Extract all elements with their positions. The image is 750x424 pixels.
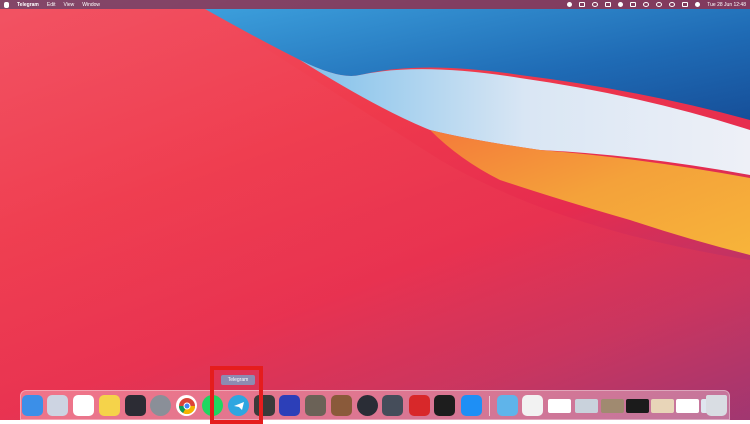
folder-icon[interactable]	[497, 395, 518, 416]
document-icon[interactable]	[522, 395, 543, 416]
notes-icon[interactable]	[99, 395, 120, 416]
app-icon-animal[interactable]	[331, 395, 352, 416]
desktop-wallpaper	[0, 0, 750, 420]
window-thumbnail-icon[interactable]	[548, 399, 571, 413]
menu-edit[interactable]: Edit	[47, 2, 56, 8]
window-thumbnail-icon[interactable]	[601, 399, 624, 413]
menu-view[interactable]: View	[64, 2, 75, 8]
photo-app-icon[interactable]	[382, 395, 403, 416]
menu-clock[interactable]: Tue 28 Jun 12:48	[707, 2, 746, 8]
menu-window[interactable]: Window	[82, 2, 100, 8]
chrome-icon[interactable]	[176, 395, 197, 416]
status-icon[interactable]	[618, 2, 624, 7]
window-thumbnail-icon[interactable]	[626, 399, 649, 413]
status-icon[interactable]	[656, 2, 663, 7]
obs-icon[interactable]	[357, 395, 378, 416]
photos-icon[interactable]	[73, 395, 94, 416]
window-thumbnail-icon[interactable]	[676, 399, 699, 413]
trash-icon[interactable]	[706, 395, 727, 416]
status-icon[interactable]	[605, 2, 612, 7]
gimp-icon[interactable]	[305, 395, 326, 416]
control-center-icon[interactable]	[682, 2, 689, 7]
wallpaper-art	[0, 0, 750, 420]
status-icon[interactable]	[579, 2, 586, 7]
status-icon[interactable]	[592, 2, 599, 7]
final-cut-icon[interactable]	[125, 395, 146, 416]
window-thumbnail-icon[interactable]	[575, 399, 598, 413]
battery-icon[interactable]	[630, 2, 637, 7]
status-app-icon[interactable]	[567, 2, 573, 7]
acrobat-icon[interactable]	[409, 395, 430, 416]
window-thumbnail-icon[interactable]	[651, 399, 674, 413]
apple-menu-icon[interactable]	[4, 1, 9, 8]
headphones-icon[interactable]	[279, 395, 300, 416]
wifi-icon[interactable]	[669, 2, 676, 7]
launchpad-icon[interactable]	[47, 395, 68, 416]
finder-icon[interactable]	[22, 395, 43, 416]
menu-bar: Telegram Edit View Window Tue 28 Jun 12:…	[0, 0, 750, 9]
dock-separator	[489, 396, 490, 416]
terminal-icon[interactable]	[434, 395, 455, 416]
app-store-icon[interactable]	[461, 395, 482, 416]
system-preferences-icon[interactable]	[150, 395, 171, 416]
siri-icon[interactable]	[695, 2, 701, 7]
menu-app-name[interactable]: Telegram	[17, 2, 39, 8]
status-icon[interactable]	[643, 2, 650, 7]
highlight-box	[210, 366, 263, 424]
